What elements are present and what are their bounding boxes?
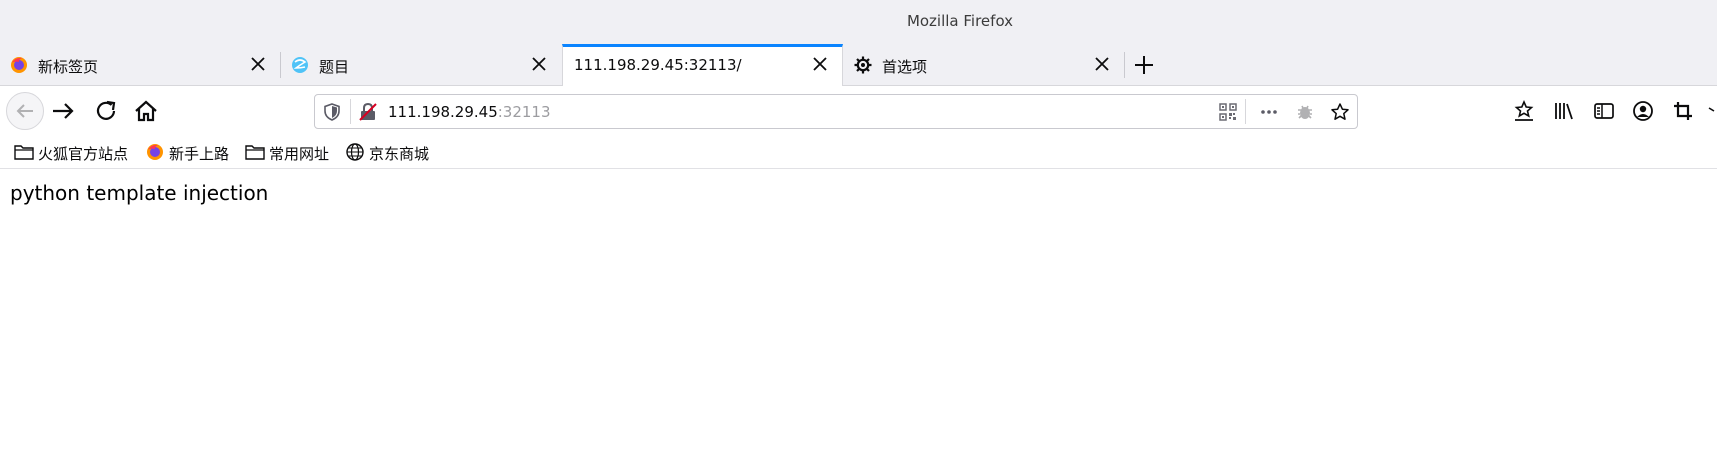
- url-divider: [350, 99, 351, 124]
- bookmark-label: 常用网址: [269, 145, 330, 163]
- bookmark-label: 京东商城: [369, 145, 430, 163]
- bug-icon[interactable]: [1295, 102, 1315, 122]
- new-tab-icon[interactable]: [1131, 52, 1157, 78]
- folder-icon: [14, 145, 34, 160]
- tab-preferences[interactable]: 首选项: [844, 44, 1124, 85]
- back-arrow-icon: [16, 104, 33, 118]
- home-icon[interactable]: [133, 98, 159, 124]
- insecure-lock-icon[interactable]: [358, 102, 378, 122]
- tab-active-page[interactable]: 111.198.29.45:32113/: [562, 44, 843, 86]
- tab-new-tab[interactable]: 新标签页: [0, 44, 280, 85]
- library-icon[interactable]: [1553, 100, 1575, 122]
- tab-separator: [1124, 52, 1125, 78]
- bookmark-label: 火狐官方站点: [38, 145, 129, 163]
- site-globe-icon: [292, 57, 308, 73]
- url-text[interactable]: 111.198.29.45:32113: [388, 103, 551, 121]
- url-port: :32113: [497, 103, 551, 121]
- close-icon[interactable]: [1092, 54, 1112, 74]
- close-icon[interactable]: [529, 54, 549, 74]
- tab-title: 111.198.29.45:32113/: [574, 56, 742, 74]
- back-button[interactable]: [6, 92, 44, 130]
- folder-icon: [245, 145, 265, 160]
- globe-icon: [346, 143, 364, 161]
- tab-title: 新标签页: [38, 58, 99, 76]
- more-actions-icon[interactable]: [1259, 102, 1279, 122]
- window-title: Mozilla Firefox: [906, 12, 1014, 30]
- firefox-icon: [147, 144, 163, 160]
- qr-code-icon[interactable]: [1218, 102, 1238, 122]
- overflow-chevron-icon[interactable]: [1706, 100, 1717, 122]
- tab-challenge[interactable]: 题目: [281, 44, 561, 85]
- tab-title: 首选项: [882, 58, 928, 76]
- tab-strip: 新标签页 题目 111.198.29.45:32113/ 首选项: [0, 44, 1717, 86]
- tab-title: 题目: [319, 58, 350, 76]
- url-divider: [1245, 99, 1246, 124]
- pocket-save-icon[interactable]: [1513, 100, 1535, 122]
- close-icon[interactable]: [248, 54, 268, 74]
- close-icon[interactable]: [810, 54, 830, 74]
- shield-icon[interactable]: [322, 102, 342, 122]
- navigation-bar: 111.198.29.45:32113: [0, 86, 1717, 136]
- account-icon[interactable]: [1632, 100, 1654, 122]
- title-bar: Mozilla Firefox: [0, 0, 1717, 44]
- sidebar-icon[interactable]: [1593, 100, 1615, 122]
- url-host: 111.198.29.45: [388, 103, 498, 121]
- url-bar[interactable]: 111.198.29.45:32113: [314, 94, 1358, 129]
- bookmark-label: 新手上路: [169, 145, 230, 163]
- crop-screenshot-icon[interactable]: [1672, 100, 1694, 122]
- gear-icon: [854, 56, 872, 74]
- page-content-text: python template injection: [10, 181, 269, 205]
- reload-icon[interactable]: [93, 98, 119, 124]
- bookmarks-toolbar: 火狐官方站点 新手上路 常用网址 京东商城: [0, 136, 1717, 169]
- forward-arrow-icon[interactable]: [50, 98, 76, 124]
- firefox-icon: [11, 57, 27, 73]
- bookmark-star-icon[interactable]: [1330, 102, 1350, 122]
